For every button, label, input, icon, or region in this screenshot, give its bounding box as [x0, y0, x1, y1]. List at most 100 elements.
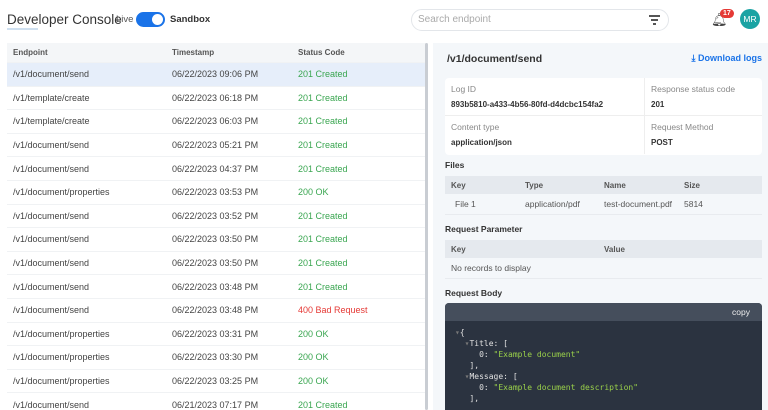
column-header[interactable]: Endpoint	[7, 48, 172, 57]
body-title: Request Body	[445, 288, 503, 298]
column-header[interactable]: Status Code	[298, 48, 425, 57]
table-row[interactable]: /v1/template/create 06/22/2023 06:03 PM 20…	[7, 110, 425, 134]
status-code: 201 Created	[298, 116, 348, 127]
timestamp: 06/22/2023 04:37 PM	[172, 163, 259, 174]
column-header: Value	[604, 244, 625, 254]
table-row[interactable]: /v1/document/send 06/22/2023 03:48 PM 400 …	[7, 299, 425, 323]
column-header[interactable]: Timestamp	[172, 48, 298, 57]
scrollbar[interactable]	[425, 43, 428, 410]
timestamp: 06/22/2023 03:50 PM	[172, 258, 259, 269]
method-label: Request Method	[651, 122, 714, 132]
table-row[interactable]: /v1/document/properties 06/22/2023 03:25 …	[7, 370, 425, 394]
timestamp: 06/22/2023 03:53 PM	[172, 187, 259, 198]
table-row[interactable]: /v1/document/send 06/22/2023 05:21 PM 201 …	[7, 134, 425, 158]
file-key: File 1	[455, 199, 476, 209]
status-code: 201 Created	[298, 163, 348, 174]
table-row[interactable]: /v1/template/create 06/22/2023 06:18 PM 20…	[7, 87, 425, 111]
table-header: Endpoint Timestamp Status Code	[7, 43, 425, 63]
detail-panel: /v1/document/send ⤓ Download logs Log ID…	[433, 43, 768, 410]
timestamp: 06/22/2023 03:31 PM	[172, 328, 259, 339]
endpoint: /v1/document/properties	[13, 328, 110, 339]
endpoint: /v1/document/send	[13, 399, 90, 410]
table-row: File 1 application/pdf test-document.pdf 58…	[445, 194, 762, 215]
log-id-label: Log ID	[451, 84, 477, 94]
sandbox-label: Sandbox	[170, 14, 211, 25]
detail-path: /v1/document/send	[447, 53, 543, 65]
avatar[interactable]: MR	[740, 9, 760, 29]
method-value: POST	[651, 138, 673, 147]
timestamp: 06/22/2023 03:52 PM	[172, 210, 259, 221]
copy-button[interactable]: copy	[732, 307, 750, 317]
log-info-card: Log ID 893b5810-a433-4b56-80fd-d4dcbc154f…	[445, 78, 762, 155]
params-title: Request Parameter	[445, 224, 523, 234]
endpoint: /v1/document/send	[13, 258, 90, 269]
timestamp: 06/22/2023 03:25 PM	[172, 376, 259, 387]
file-type: application/pdf	[525, 199, 580, 209]
status-code: 200 OK	[298, 352, 329, 363]
status-code: 200 OK	[298, 187, 329, 198]
endpoint: /v1/document/send	[13, 163, 90, 174]
column-header: Type	[525, 180, 544, 190]
timestamp: 06/21/2023 07:17 PM	[172, 399, 259, 410]
search-input[interactable]: Search endpoint	[411, 9, 669, 31]
table-row[interactable]: /v1/document/properties 06/22/2023 03:53 …	[7, 181, 425, 205]
table-row[interactable]: /v1/document/properties 06/22/2023 03:31 …	[7, 323, 425, 347]
status-code: 200 OK	[298, 328, 329, 339]
status-code: 201 Created	[298, 399, 348, 410]
download-logs-button[interactable]: ⤓ Download logs	[692, 53, 762, 64]
timestamp: 06/22/2023 05:21 PM	[172, 140, 259, 151]
content-type-label: Content type	[451, 122, 500, 132]
endpoint: /v1/document/send	[13, 305, 90, 316]
endpoint: /v1/template/create	[13, 116, 90, 127]
timestamp: 06/22/2023 09:06 PM	[172, 69, 259, 80]
params-table: Key Value No records to display	[445, 240, 762, 279]
endpoint: /v1/document/properties	[13, 187, 110, 198]
table-row[interactable]: /v1/document/send 06/22/2023 03:52 PM 201 …	[7, 205, 425, 229]
status-code: 201 Created	[298, 234, 348, 245]
table-row[interactable]: /v1/document/send 06/22/2023 03:50 PM 201 …	[7, 252, 425, 276]
column-header: Key	[451, 244, 466, 254]
status-code: 200 OK	[298, 376, 329, 387]
status-code: 201 Created	[298, 92, 348, 103]
endpoint: /v1/document/properties	[13, 352, 110, 363]
timestamp: 06/22/2023 03:30 PM	[172, 352, 259, 363]
endpoint: /v1/document/send	[13, 234, 90, 245]
filter-icon[interactable]	[649, 15, 660, 27]
content-type-value: application/json	[451, 138, 512, 147]
table-row[interactable]: /v1/document/send 06/22/2023 03:48 PM 201 …	[7, 275, 425, 299]
json-body: ▾{ ▾Title: [ 0: "Example document" ], ▾M…	[455, 328, 639, 403]
file-size: 5814	[684, 199, 703, 209]
status-code: 201 Created	[298, 210, 348, 221]
table-row[interactable]: /v1/document/send 06/22/2023 03:50 PM 201 …	[7, 228, 425, 252]
endpoint: /v1/document/send	[13, 69, 90, 80]
request-body-viewer: copy ▾{ ▾Title: [ 0: "Example document" …	[445, 303, 762, 410]
files-table: Key Type Name Size File 1 application/pdf tes…	[445, 176, 762, 215]
notification-badge: 17	[720, 9, 734, 18]
table-row[interactable]: /v1/document/send 06/22/2023 09:06 PM 201 …	[7, 63, 425, 87]
log-id-value: 893b5810-a433-4b56-80fd-d4dcbc154fa2	[451, 100, 604, 109]
timestamp: 06/22/2023 06:03 PM	[172, 116, 259, 127]
timestamp: 06/22/2023 03:48 PM	[172, 305, 259, 316]
timestamp: 06/22/2023 03:50 PM	[172, 234, 259, 245]
endpoint: /v1/document/send	[13, 281, 90, 292]
table-row[interactable]: /v1/document/properties 06/22/2023 03:30 …	[7, 346, 425, 370]
endpoint: /v1/document/properties	[13, 376, 110, 387]
title-underline	[7, 28, 38, 30]
search-placeholder: Search endpoint	[418, 14, 491, 25]
download-label: Download logs	[698, 53, 762, 63]
file-name[interactable]: test-document.pdf	[604, 199, 684, 209]
status-value: 201	[651, 100, 665, 109]
table-row[interactable]: /v1/document/send 06/21/2023 07:17 PM 201 …	[7, 393, 425, 410]
empty-message: No records to display	[445, 258, 762, 279]
live-label: Live	[116, 14, 134, 25]
table-row[interactable]: /v1/document/send 06/22/2023 04:37 PM 201 …	[7, 157, 425, 181]
environment-toggle[interactable]	[136, 12, 165, 27]
status-code: 201 Created	[298, 140, 348, 151]
column-header: Key	[451, 180, 466, 190]
status-label: Response status code	[651, 84, 736, 94]
log-table: Endpoint Timestamp Status Code /v1/docum…	[7, 43, 425, 410]
endpoint: /v1/document/send	[13, 210, 90, 221]
timestamp: 06/22/2023 06:18 PM	[172, 92, 259, 103]
files-title: Files	[445, 160, 465, 170]
page-title: Developer Console	[7, 12, 122, 27]
